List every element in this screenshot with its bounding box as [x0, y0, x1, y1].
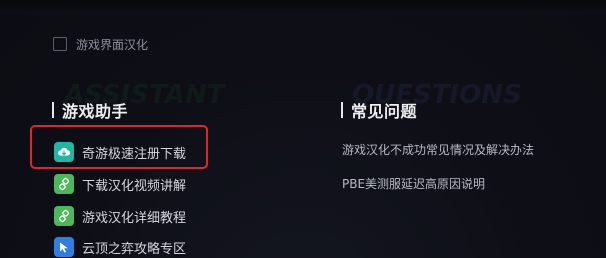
- link-icon: [54, 174, 74, 194]
- link-icon: [54, 206, 74, 226]
- cloud-download-icon: [54, 142, 74, 162]
- faq-item-pbe-latency[interactable]: PBE美测服延迟高原因说明: [342, 174, 485, 192]
- assistant-panel: 游戏界面汉化 ASSISTANT QUESTIONS 游戏助手 常见问题 奇游极…: [0, 0, 606, 258]
- game-assistant-heading: 游戏助手: [52, 99, 128, 121]
- faq-heading: 常见问题: [341, 99, 417, 121]
- heading-bar: [341, 102, 343, 118]
- link-tft-strategy[interactable]: 云顶之弈攻略专区: [54, 236, 186, 258]
- localization-checkbox[interactable]: [53, 37, 67, 51]
- cursor-icon: [54, 237, 74, 257]
- link-localization-tutorial[interactable]: 游戏汉化详细教程: [54, 205, 186, 227]
- game-assistant-title: 游戏助手: [62, 102, 129, 121]
- faq-title: 常见问题: [351, 102, 418, 121]
- heading-bar: [52, 102, 54, 118]
- game-ui-localization-option[interactable]: 游戏界面汉化: [53, 35, 148, 53]
- top-edge: [0, 0, 606, 14]
- link-label: 游戏汉化详细教程: [82, 210, 187, 226]
- link-label: 奇游极速注册下载: [82, 146, 187, 162]
- link-qiyou-register-download[interactable]: 奇游极速注册下载: [54, 141, 186, 163]
- localization-checkbox-label[interactable]: 游戏界面汉化: [76, 36, 148, 53]
- link-label: 下载汉化视频讲解: [82, 178, 187, 194]
- link-label: 云顶之弈攻略专区: [82, 241, 187, 257]
- faq-item-localization-failure[interactable]: 游戏汉化不成功常见情况及解决办法: [342, 140, 534, 158]
- link-localization-video[interactable]: 下载汉化视频讲解: [54, 173, 186, 195]
